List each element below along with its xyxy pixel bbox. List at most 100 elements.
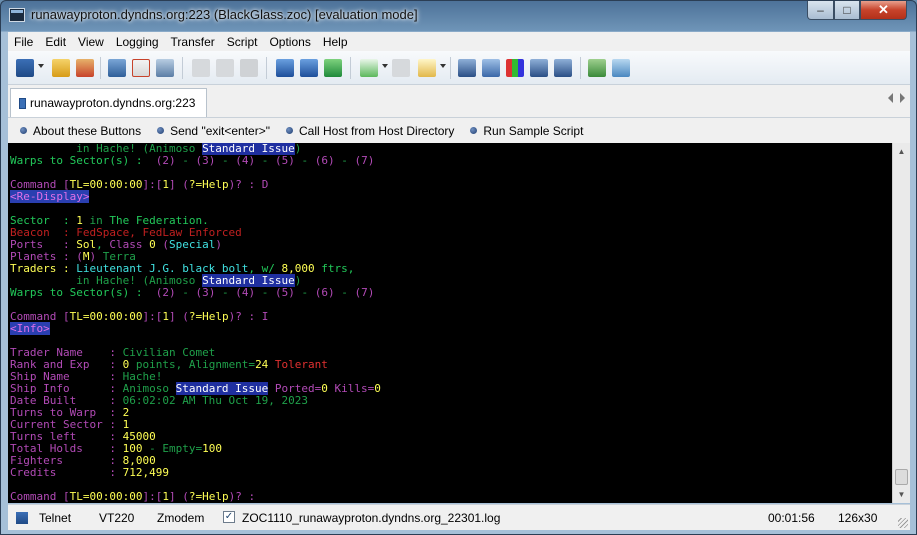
terminal-text: (5) — [274, 286, 295, 299]
toolbar-separator — [580, 57, 581, 79]
clipboard-icon[interactable] — [216, 59, 234, 77]
terminal-screen[interactable]: in Hache! (Animoso Standard Issue) Warps … — [8, 143, 892, 503]
copy-window-icon[interactable] — [156, 59, 174, 77]
layout-icon[interactable] — [554, 59, 572, 77]
scroll-up-icon[interactable]: ▲ — [893, 143, 910, 160]
session-icon[interactable] — [16, 59, 34, 77]
terminal-text: )? : I — [228, 310, 269, 323]
session-tab-icon — [19, 97, 26, 109]
terminal-text: - — [215, 286, 236, 299]
keyboard-icon[interactable] — [530, 59, 548, 77]
terminal-text: (5) — [274, 154, 295, 167]
menu-logging[interactable]: Logging — [110, 35, 165, 49]
terminal-text: 100 — [202, 442, 222, 455]
menu-edit[interactable]: Edit — [39, 35, 72, 49]
status-screen-size: 126x30 — [838, 511, 878, 525]
terminal-text: - — [175, 154, 196, 167]
menu-options[interactable]: Options — [263, 35, 316, 49]
terminal-text: 00:00:00 — [89, 178, 143, 191]
terminal-text: Warps to Sector(s) : — [10, 154, 156, 167]
terminal-text: ] ( — [168, 310, 189, 323]
print-icon[interactable] — [240, 59, 258, 77]
terminal-text: 0 — [321, 382, 328, 395]
bullet-icon — [20, 127, 27, 134]
maximize-button[interactable]: □ — [834, 1, 860, 20]
status-emulation[interactable]: VT220 — [99, 511, 134, 525]
terminal-text: 1 — [162, 178, 169, 191]
run-sample-script-button[interactable]: Run Sample Script — [470, 124, 583, 138]
about-buttons-button[interactable]: About these Buttons — [20, 124, 141, 138]
menu-file[interactable]: File — [8, 35, 39, 49]
terminal-line: Command [TL=00:00:00]:[1] (?=Help)? : D — [10, 179, 892, 191]
new-window-icon[interactable] — [108, 59, 126, 77]
about-buttons-label: About these Buttons — [33, 123, 142, 138]
terminal-text: (3) — [195, 154, 216, 167]
resize-grip-icon[interactable] — [898, 518, 908, 528]
transfer-icon[interactable] — [324, 59, 342, 77]
scroll-thumb[interactable] — [895, 469, 908, 485]
download-icon[interactable] — [276, 59, 294, 77]
run-dropdown-icon[interactable] — [382, 64, 388, 68]
menu-view[interactable]: View — [72, 35, 110, 49]
terminal-line: Warps to Sector(s) : (2) - (3) - (4) - (… — [10, 155, 892, 167]
terminal-text: Tolerant — [268, 358, 328, 371]
terminal-text: 06:02:02 AM Thu Oct 19, 2023 — [122, 394, 309, 407]
terminal-scrollbar[interactable]: ▲ ▼ — [892, 143, 910, 503]
terminal-text: ]:[ — [142, 178, 163, 191]
host-directory-icon[interactable] — [458, 59, 476, 77]
edit-script-icon[interactable] — [418, 59, 436, 77]
terminal-text: ?=Help — [188, 310, 229, 323]
options-icon[interactable] — [612, 59, 630, 77]
close-button[interactable]: ✕ — [860, 1, 907, 20]
call-host-button[interactable]: Call Host from Host Directory — [286, 124, 454, 138]
terminal-line: <Info> — [10, 322, 892, 335]
paste-icon[interactable] — [192, 59, 210, 77]
terminal-text: Warps to Sector(s) : — [10, 286, 156, 299]
session-tab[interactable]: runawayproton.dyndns.org:223 — [10, 88, 207, 117]
menu-script[interactable]: Script — [221, 35, 264, 49]
terminal-text: ]:[ — [142, 310, 163, 323]
font-icon[interactable] — [482, 59, 500, 77]
disconnect-icon[interactable] — [76, 59, 94, 77]
star-folder-icon[interactable] — [52, 59, 70, 77]
logging-checkbox[interactable]: ✓ — [223, 511, 235, 523]
session-dropdown-icon[interactable] — [38, 64, 44, 68]
tab-scroll-right-icon[interactable] — [900, 93, 905, 103]
terminal-line: Turns to Warp : 2 — [10, 407, 892, 419]
title-bar[interactable]: runawayproton.dyndns.org:223 (BlackGlass… — [1, 1, 916, 31]
send-exit-button[interactable]: Send "exit<enter>" — [157, 124, 270, 138]
scroll-down-icon[interactable]: ▼ — [893, 486, 910, 503]
minimize-button[interactable]: – — [807, 1, 834, 20]
upload-icon[interactable] — [300, 59, 318, 77]
terminal-line: Credits : 712,499 — [10, 467, 892, 479]
colors-icon[interactable] — [506, 59, 524, 77]
status-protocol[interactable]: Telnet — [39, 511, 71, 525]
terminal-text: - — [255, 286, 275, 299]
menu-help[interactable]: Help — [317, 35, 354, 49]
close-session-icon[interactable] — [132, 59, 150, 77]
app-icon[interactable] — [9, 8, 25, 22]
bullet-icon — [470, 127, 478, 134]
status-bar: Telnet VT220 Zmodem ✓ ZOC1110_runawaypro… — [8, 504, 910, 530]
status-transfer[interactable]: Zmodem — [157, 511, 204, 525]
terminal-text: ] ( — [168, 178, 189, 191]
stop-script-icon[interactable] — [392, 59, 410, 77]
terminal-text: Kills= — [327, 382, 375, 395]
terminal-text: TL= — [69, 490, 90, 503]
edit-dropdown-icon[interactable] — [440, 64, 446, 68]
terminal-text: <Re-Display> — [10, 190, 90, 203]
terminal-text: (7) — [354, 286, 375, 299]
tab-scroll-left-icon[interactable] — [888, 93, 893, 103]
status-log-file[interactable]: ZOC1110_runawayproton.dyndns.org_22301.l… — [242, 511, 500, 525]
terminal-text: )? : — [228, 490, 256, 503]
menu-transfer[interactable]: Transfer — [165, 35, 221, 49]
bullet-icon — [157, 127, 165, 134]
terminal-text: 1 — [162, 310, 169, 323]
toolbar-separator — [266, 57, 267, 79]
run-script-icon[interactable] — [360, 59, 378, 77]
menu-bar: File Edit View Logging Transfer Script O… — [8, 32, 910, 51]
tools-icon[interactable] — [588, 59, 606, 77]
session-tab-bar: runawayproton.dyndns.org:223 — [8, 85, 910, 117]
terminal-text: <Info> — [10, 322, 50, 335]
toolbar-separator — [182, 57, 183, 79]
